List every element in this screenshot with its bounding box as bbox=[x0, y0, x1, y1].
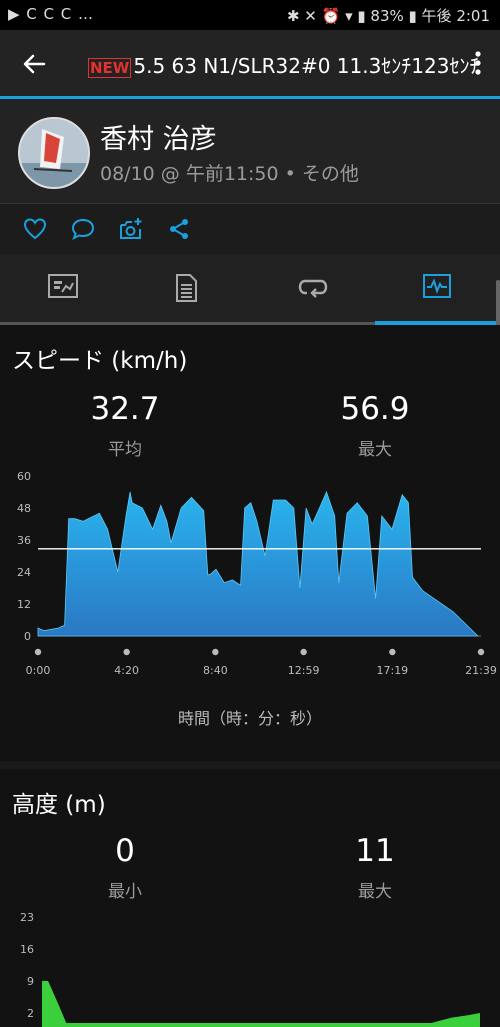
details-icon bbox=[176, 274, 197, 302]
comment-icon[interactable] bbox=[70, 216, 96, 242]
section-gap bbox=[0, 761, 500, 769]
tab-laps[interactable] bbox=[250, 254, 375, 322]
speed-x-tick-label: 8:40 bbox=[203, 664, 228, 677]
clock: 午後 2:01 bbox=[421, 7, 490, 25]
battery-level: 83% bbox=[370, 7, 404, 25]
altitude-min-value: 0 bbox=[115, 833, 135, 869]
activity-title-text: 5.5 63 N1/SLR32#0 11.3ｾﾝﾁ123ｾﾝﾁ bbox=[133, 54, 480, 78]
tab-details[interactable] bbox=[125, 254, 250, 322]
altitude-section: 高度 (m) 0 最小 11 最大 2 9 16 23 bbox=[0, 769, 500, 1027]
speed-x-tick-label: 4:20 bbox=[114, 664, 139, 677]
speed-max-label: 最大 bbox=[358, 440, 392, 460]
heart-icon[interactable] bbox=[22, 216, 48, 242]
avatar-image bbox=[20, 119, 88, 187]
speed-x-tick-dot bbox=[300, 648, 307, 656]
speed-max-value: 56.9 bbox=[340, 391, 410, 427]
speed-area-series bbox=[37, 490, 479, 637]
altitude-area-series bbox=[42, 981, 480, 1027]
speed-x-tick-dot bbox=[34, 648, 42, 656]
speed-x-tick-dot bbox=[389, 648, 396, 656]
status-notification-icons: ▶ C C C … bbox=[8, 5, 95, 23]
app-bar: NEW 5.5 63 N1/SLR32#0 11.3ｾﾝﾁ123ｾﾝﾁ bbox=[0, 30, 500, 96]
altitude-chart[interactable]: 2 9 16 23 bbox=[0, 907, 500, 1027]
charts-icon bbox=[423, 274, 451, 298]
tab-summary[interactable] bbox=[0, 254, 125, 322]
speed-x-tick-dot bbox=[123, 648, 130, 656]
back-arrow-icon[interactable] bbox=[18, 48, 50, 80]
speed-x-tick-dot bbox=[212, 648, 219, 656]
speed-y-tick-label: 60 bbox=[17, 470, 31, 483]
tab-bar bbox=[0, 254, 500, 322]
altitude-y-tick-label: 9 bbox=[27, 975, 34, 988]
altitude-y-tick-label: 23 bbox=[20, 911, 34, 924]
share-icon[interactable] bbox=[166, 216, 192, 242]
status-right: ✱ ✕ ⏰ ▾ ▮ 83% ▮ 午後 2:01 bbox=[286, 7, 490, 25]
user-name: 香村 治彦 bbox=[100, 124, 217, 155]
laps-icon bbox=[298, 279, 328, 298]
status-bar: ▶ C C C … ✱ ✕ ⏰ ▾ ▮ 83% ▮ 午後 2:01 bbox=[0, 0, 500, 30]
speed-x-tick-label: 21:39 bbox=[465, 664, 497, 677]
speed-x-tick-dot bbox=[477, 648, 485, 656]
activity-date-type: 08/10 @ 午前11:50 • その他 bbox=[100, 163, 359, 185]
new-badge: NEW bbox=[88, 58, 132, 78]
speed-y-tick-label: 24 bbox=[17, 566, 31, 579]
avatar[interactable] bbox=[18, 117, 90, 189]
speed-avg-label: 平均 bbox=[108, 440, 142, 460]
speed-avg-value: 32.7 bbox=[90, 391, 160, 427]
speed-y-tick-label: 48 bbox=[17, 502, 31, 515]
altitude-title: 高度 (m) bbox=[12, 792, 106, 818]
speed-y-tick-label: 0 bbox=[24, 630, 31, 643]
altitude-max-label: 最大 bbox=[358, 882, 392, 902]
speed-x-tick-label: 0:00 bbox=[26, 664, 51, 677]
activity-title: NEW 5.5 63 N1/SLR32#0 11.3ｾﾝﾁ123ｾﾝﾁ bbox=[88, 50, 479, 79]
altitude-y-tick-label: 16 bbox=[20, 943, 34, 956]
altitude-min-label: 最小 bbox=[108, 882, 142, 902]
speed-x-tick-label: 17:19 bbox=[376, 664, 408, 677]
speed-title: スピード (km/h) bbox=[12, 348, 188, 374]
speed-y-tick-label: 12 bbox=[17, 598, 31, 611]
speed-x-tick-label: 12:59 bbox=[288, 664, 320, 677]
speed-y-tick-label: 36 bbox=[17, 534, 31, 547]
activity-header: 香村 治彦 08/10 @ 午前11:50 • その他 bbox=[0, 99, 500, 203]
altitude-y-tick-label: 2 bbox=[27, 1007, 34, 1020]
speed-x-axis-label: 時間（時：分：秒） bbox=[177, 709, 322, 728]
speed-chart[interactable]: 0 12 24 36 48 60 0:00 4:20 8:40 12:59 17:19 21:39 bbox=[0, 465, 500, 685]
overflow-menu-icon[interactable] bbox=[474, 50, 482, 76]
summary-icon bbox=[48, 274, 78, 298]
camera-add-icon[interactable] bbox=[118, 216, 144, 242]
speed-section: スピード (km/h) 32.7 平均 56.9 最大 0 12 24 36 48 60 0… bbox=[0, 325, 500, 761]
action-row bbox=[0, 204, 500, 254]
tab-charts[interactable] bbox=[375, 254, 500, 322]
altitude-max-value: 11 bbox=[355, 833, 395, 869]
